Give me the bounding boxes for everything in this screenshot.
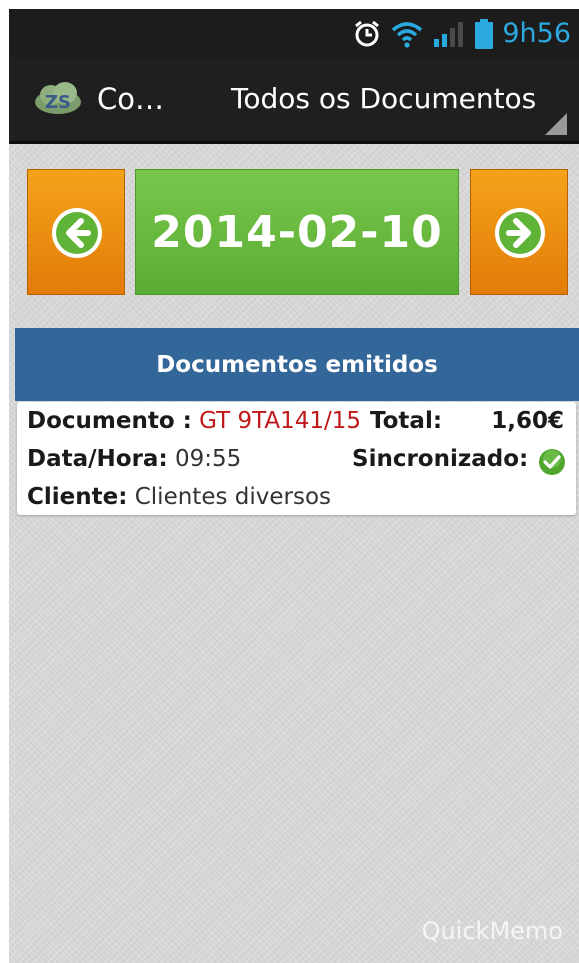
documento-label: Documento : <box>27 408 192 434</box>
previous-date-button[interactable] <box>27 169 125 295</box>
status-icons: 9h56 <box>352 9 571 58</box>
app-title[interactable]: Co… <box>97 82 164 116</box>
cliente-value: Clientes diversos <box>134 484 332 510</box>
datahora-value: 09:55 <box>174 446 242 472</box>
status-time: 9h56 <box>502 18 571 49</box>
document-list-item[interactable]: Documento : GT 9TA141/15 Total: 1,60€ Da… <box>17 402 576 515</box>
spinner-corner-icon <box>545 113 567 135</box>
check-circle-icon <box>539 449 565 475</box>
app-logo-icon[interactable]: ZS <box>33 80 83 116</box>
next-date-button[interactable] <box>470 169 568 295</box>
phone-screen: 9h56 ZS Co… Todos os Documentos 2014-02-… <box>9 9 579 963</box>
total-value: 1,60€ <box>491 408 564 434</box>
cliente-row: Cliente: Clientes diversos <box>27 484 331 516</box>
current-date-display[interactable]: 2014-02-10 <box>135 169 459 295</box>
datahora-label: Data/Hora: <box>27 446 168 472</box>
arrow-left-circle-icon <box>52 208 102 258</box>
signal-icon <box>434 21 464 47</box>
quickmemo-watermark: QuickMemo <box>421 917 563 945</box>
sincronizado-label: Sincronizado: <box>352 446 529 472</box>
arrow-right-circle-icon <box>495 208 545 258</box>
total-label: Total: <box>370 408 443 434</box>
datahora-row: Data/Hora: 09:55 <box>27 446 241 478</box>
document-row: Documento : GT 9TA141/15 <box>27 408 361 440</box>
action-bar: ZS Co… Todos os Documentos <box>9 58 579 144</box>
app-logo-text: ZS <box>45 92 71 113</box>
cliente-label: Cliente: <box>27 484 128 510</box>
documents-section-header: Documentos emitidos <box>15 328 579 401</box>
document-filter-label: Todos os Documentos <box>231 82 537 115</box>
battery-icon <box>475 18 494 49</box>
documents-section-title: Documentos emitidos <box>156 351 438 378</box>
documento-value: GT 9TA141/15 <box>199 408 362 434</box>
alarm-icon <box>355 20 380 46</box>
current-date: 2014-02-10 <box>151 206 443 258</box>
status-bar: 9h56 <box>9 9 579 58</box>
document-filter-spinner[interactable]: Todos os Documentos <box>211 58 579 141</box>
wifi-icon <box>392 21 423 48</box>
